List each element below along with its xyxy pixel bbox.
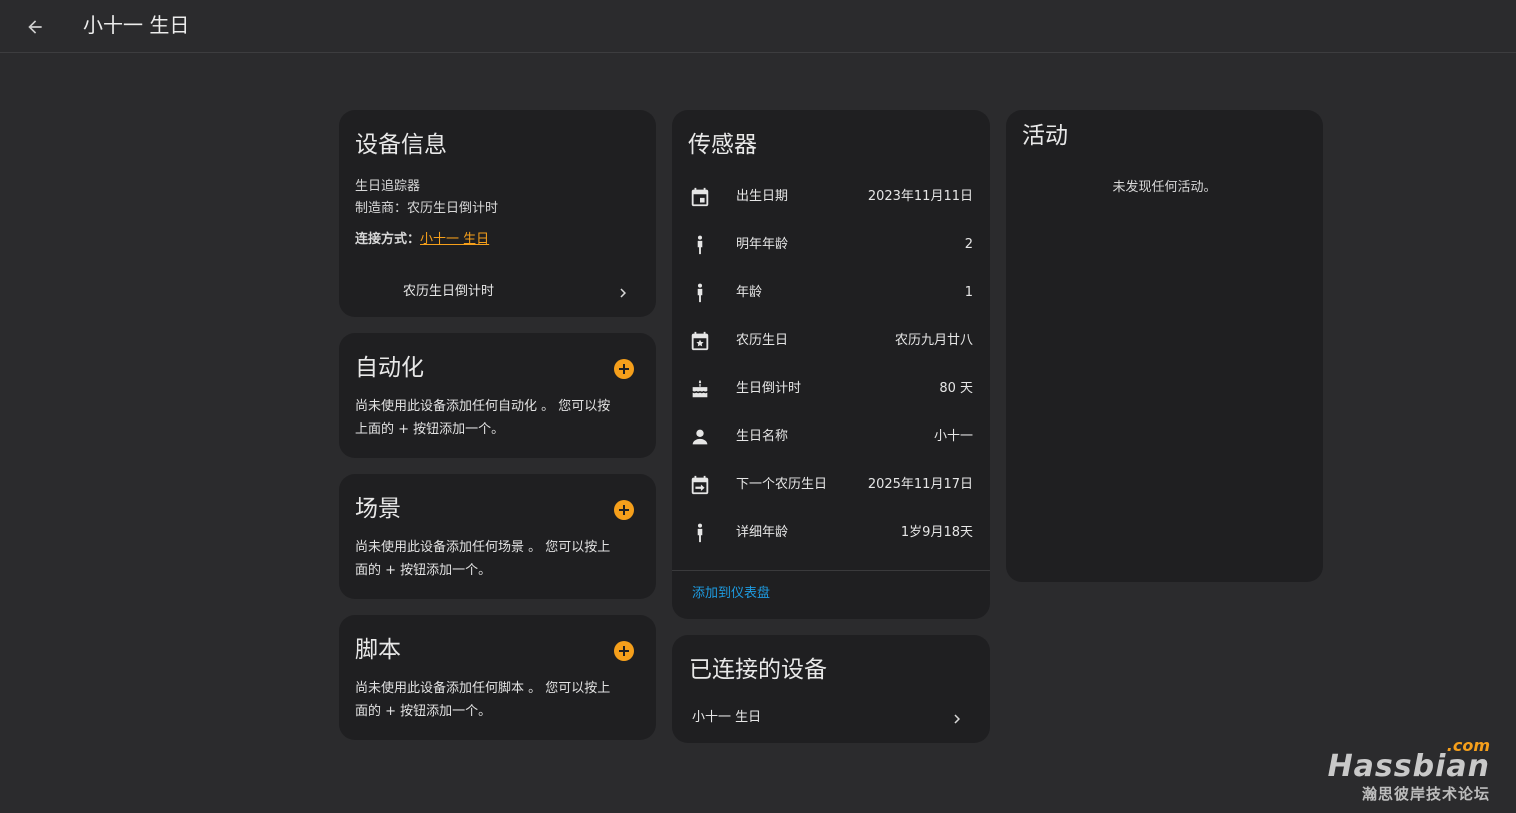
add-automation-button[interactable] bbox=[614, 359, 634, 379]
add-scene-button[interactable] bbox=[614, 500, 634, 520]
card-divider bbox=[672, 570, 990, 571]
top-app-bar: 小十一 生日 bbox=[0, 0, 1516, 53]
sensor-value: 1 bbox=[964, 285, 973, 300]
sensor-value: 1岁9月18天 bbox=[900, 525, 973, 540]
sensor-value: 农历九月廿八 bbox=[894, 333, 973, 348]
page-title: 小十一 生日 bbox=[83, 13, 190, 37]
scenes-desc-line1: 尚未使用此设备添加任何场景 。 您可以按上 bbox=[355, 540, 611, 555]
sensor-row-detailed-age[interactable]: 详细年龄 1岁9月18天 bbox=[672, 510, 990, 558]
connected-devices-title: 已连接的设备 bbox=[689, 657, 827, 683]
plus-icon bbox=[619, 646, 629, 656]
scenes-title: 场景 bbox=[355, 496, 401, 522]
chevron-right-icon bbox=[620, 288, 626, 298]
sensors-title: 传感器 bbox=[688, 132, 757, 158]
chevron-right-icon bbox=[954, 714, 960, 724]
device-info-card: 设备信息 生日追踪器 制造商：农历生日倒计时 连接方式：小十一 生日 农历生日倒… bbox=[339, 110, 656, 317]
calendar-star-icon bbox=[691, 331, 709, 351]
sensor-name: 明年年龄 bbox=[736, 237, 789, 252]
sensor-row-lunar-birthday[interactable]: 农历生日 农历九月廿八 bbox=[672, 318, 990, 366]
sensor-name: 年龄 bbox=[736, 285, 763, 300]
scenes-card: 场景 尚未使用此设备添加任何场景 。 您可以按上 面的 + 按钮添加一个。 bbox=[339, 474, 656, 599]
sensor-value: 2025年11月17日 bbox=[867, 477, 973, 492]
human-icon bbox=[697, 235, 703, 255]
calendar-icon bbox=[691, 187, 709, 207]
integration-label: 农历生日倒计时 bbox=[403, 284, 495, 299]
sensor-value: 2 bbox=[964, 237, 973, 252]
sensor-value: 小十一 bbox=[933, 429, 973, 444]
automation-description: 尚未使用此设备添加任何自动化 。 您可以按 上面的 + 按钮添加一个。 bbox=[355, 395, 610, 441]
sensor-row-next-lunar-birthday[interactable]: 下一个农历生日 2025年11月17日 bbox=[672, 462, 990, 510]
sensor-row-next-age[interactable]: 明年年龄 2 bbox=[672, 222, 990, 270]
connected-device-item[interactable]: 小十一 生日 bbox=[672, 701, 990, 735]
arrow-left-icon bbox=[28, 20, 42, 34]
scripts-desc-line1: 尚未使用此设备添加任何脚本 。 您可以按上 bbox=[355, 681, 611, 696]
device-connection: 连接方式：小十一 生日 bbox=[355, 229, 489, 251]
watermark-logo: .com Hassbian 瀚思彼岸技术论坛 bbox=[1327, 737, 1490, 807]
scenes-description: 尚未使用此设备添加任何场景 。 您可以按上 面的 + 按钮添加一个。 bbox=[355, 536, 610, 582]
plus-icon bbox=[619, 364, 629, 374]
sensor-value: 80 天 bbox=[939, 381, 973, 396]
connection-link[interactable]: 小十一 生日 bbox=[420, 232, 489, 247]
cake-icon bbox=[692, 379, 708, 398]
manufacturer-value: 农历生日倒计时 bbox=[407, 201, 499, 216]
sensor-value: 2023年11月11日 bbox=[867, 189, 973, 204]
activity-card: 活动 未发现任何活动。 bbox=[1006, 110, 1323, 582]
account-icon bbox=[692, 429, 708, 445]
automation-desc-line2: 上面的 + 按钮添加一个。 bbox=[355, 422, 505, 437]
sensor-name: 生日名称 bbox=[736, 429, 789, 444]
sensor-row-age[interactable]: 年龄 1 bbox=[672, 270, 990, 318]
integration-row[interactable]: 农历生日倒计时 bbox=[339, 276, 656, 310]
device-model: 生日追踪器 bbox=[355, 179, 421, 194]
sensor-row-birthday-name[interactable]: 生日名称 小十一 bbox=[672, 414, 990, 462]
scripts-title: 脚本 bbox=[355, 637, 401, 663]
automation-desc-line1: 尚未使用此设备添加任何自动化 。 您可以按 bbox=[355, 399, 611, 414]
calendar-arrow-icon bbox=[691, 475, 709, 495]
plus-icon bbox=[619, 505, 629, 515]
automation-card: 自动化 尚未使用此设备添加任何自动化 。 您可以按 上面的 + 按钮添加一个。 bbox=[339, 333, 656, 458]
connected-devices-card: 已连接的设备 小十一 生日 bbox=[672, 635, 990, 743]
back-button[interactable] bbox=[20, 12, 50, 42]
activity-title: 活动 bbox=[1022, 123, 1068, 149]
watermark-subtitle: 瀚思彼岸技术论坛 bbox=[1361, 785, 1490, 803]
connection-label: 连接方式： bbox=[355, 232, 421, 247]
human-icon bbox=[697, 523, 703, 543]
connected-device-name: 小十一 生日 bbox=[692, 710, 762, 725]
scripts-desc-line2: 面的 + 按钮添加一个。 bbox=[355, 704, 492, 719]
scripts-card: 脚本 尚未使用此设备添加任何脚本 。 您可以按上 面的 + 按钮添加一个。 bbox=[339, 615, 656, 740]
sensor-name: 出生日期 bbox=[736, 189, 789, 204]
device-manufacturer: 制造商：农历生日倒计时 bbox=[355, 198, 498, 220]
sensor-name: 生日倒计时 bbox=[736, 381, 802, 396]
human-icon bbox=[697, 283, 703, 303]
manufacturer-label: 制造商： bbox=[355, 201, 408, 216]
sensor-name: 下一个农历生日 bbox=[736, 477, 828, 492]
add-script-button[interactable] bbox=[614, 641, 634, 661]
watermark-brand: Hassbian bbox=[1327, 749, 1490, 784]
sensor-row-birth-date[interactable]: 出生日期 2023年11月11日 bbox=[672, 174, 990, 222]
device-info-title: 设备信息 bbox=[355, 132, 447, 158]
sensor-name: 详细年龄 bbox=[736, 525, 789, 540]
scenes-desc-line2: 面的 + 按钮添加一个。 bbox=[355, 563, 492, 578]
add-to-dashboard-button[interactable]: 添加到仪表盘 bbox=[692, 583, 770, 605]
activity-empty-message: 未发现任何活动。 bbox=[1112, 180, 1217, 195]
sensors-card: 传感器 出生日期 2023年11月11日 明年年龄 2 年龄 1 农历生日 农历… bbox=[672, 110, 990, 619]
sensor-name: 农历生日 bbox=[736, 333, 789, 348]
automation-title: 自动化 bbox=[355, 355, 424, 381]
sensor-row-countdown[interactable]: 生日倒计时 80 天 bbox=[672, 366, 990, 414]
scripts-description: 尚未使用此设备添加任何脚本 。 您可以按上 面的 + 按钮添加一个。 bbox=[355, 677, 610, 723]
